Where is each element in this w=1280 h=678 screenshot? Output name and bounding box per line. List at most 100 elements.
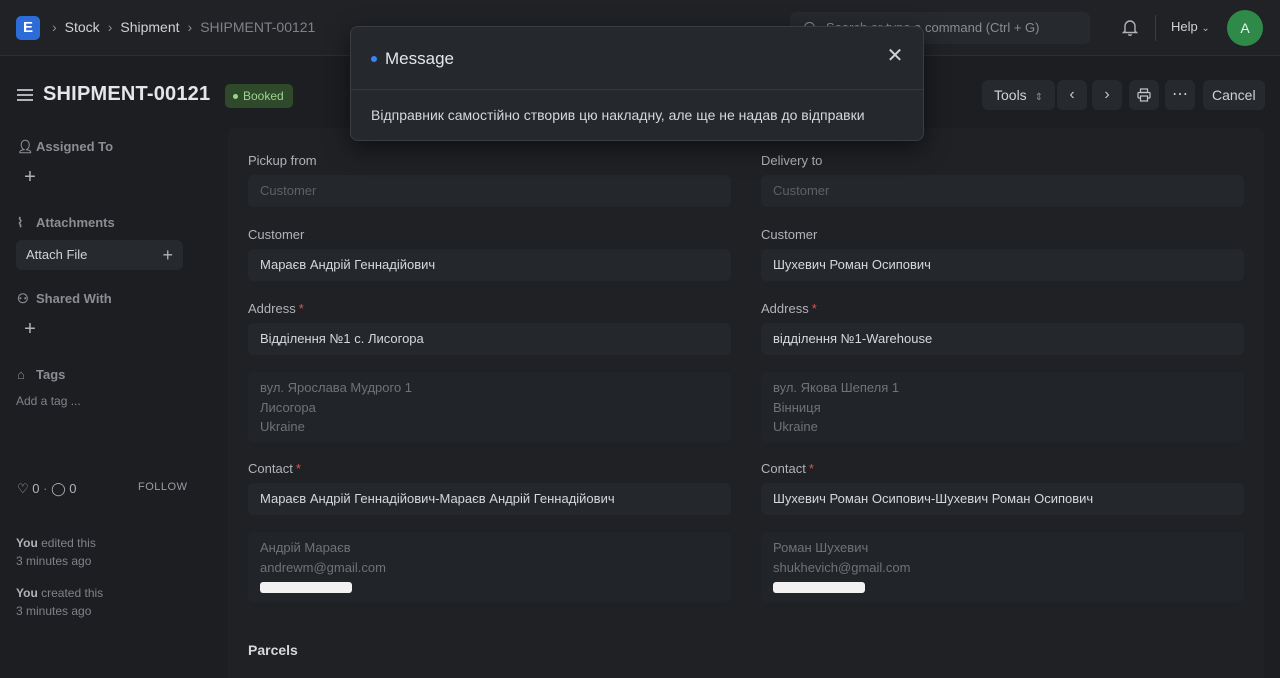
delivery-to-label: Delivery to [761,153,823,168]
add-tag-input[interactable]: Add a tag ... [16,394,81,408]
delivery-address-label: Address * [761,301,817,316]
assigned-to-heading: 👤︎ Assigned To [17,139,113,155]
activity-action: created this [41,586,104,600]
users-icon: ⚇ [17,291,29,306]
pickup-contact-field[interactable]: Мараєв Андрій Геннадійович-Мараєв Андрій… [248,483,731,515]
plus-icon: + [24,318,36,340]
close-icon[interactable]: ✕ [883,44,907,68]
chevron-right-icon: › [52,19,57,35]
pickup-address-field[interactable]: Відділення №1 с. Лисогора [248,323,731,355]
breadcrumb-current[interactable]: SHIPMENT-00121 [200,19,315,35]
heart-icon[interactable]: ♡ [17,481,29,496]
contact-name: Андрій Мараєв [260,540,351,555]
pickup-contact-display: Андрій Мараєв andrewm@gmail.com [248,532,731,602]
tag-icon: ⌂ [17,367,25,382]
prev-record-button[interactable]: ‹ [1057,80,1087,110]
address-line: Ukraine [260,419,305,434]
follow-button[interactable]: FOLLOW [138,481,187,493]
cancel-button[interactable]: Cancel [1203,80,1265,110]
user-avatar[interactable]: A [1227,10,1263,46]
dialog-divider [351,89,923,90]
breadcrumb-stock[interactable]: Stock [65,19,100,35]
chevron-right-icon: › [187,19,193,35]
address-line: Ukraine [773,419,818,434]
pickup-customer-field[interactable]: Мараєв Андрій Геннадійович [248,249,731,281]
help-menu[interactable]: Help ⌄ [1171,19,1210,34]
sort-icon: ⇕ [1034,92,1043,103]
more-actions-button[interactable]: ⋯ [1165,80,1195,110]
tools-button[interactable]: Tools ⇕ [982,80,1055,110]
address-line: вул. Ярослава Мудрого 1 [260,380,413,395]
pickup-contact-label-text: Contact [248,461,293,476]
printer-icon [1137,88,1151,102]
pickup-from-label: Pickup from [248,153,317,168]
tools-label: Tools [994,87,1027,103]
print-button[interactable] [1129,80,1159,110]
required-marker: * [295,461,301,476]
paperclip-icon: ⌇ [17,215,24,230]
tags-heading: ⌂ Tags [17,367,65,382]
comment-count: 0 [69,481,77,496]
breadcrumb-shipment[interactable]: Shipment [120,19,179,35]
delivery-contact-display: Роман Шухевич shukhevich@gmail.com [761,532,1244,602]
next-record-button[interactable]: › [1092,80,1122,110]
chevron-right-icon: › [107,19,113,35]
delivery-address-label-text: Address [761,301,809,316]
pickup-customer-label: Customer [248,227,305,242]
dialog-message: Відправник самостійно створив цю накладн… [371,107,865,123]
activity-time: 3 minutes ago [16,604,92,618]
contact-name: Роман Шухевич [773,540,869,555]
attach-file-label: Attach File [26,247,88,262]
activity-item: You edited this 3 minutes ago [16,534,96,570]
delivery-to-type-field[interactable]: Customer [761,175,1244,207]
shared-with-label: Shared With [36,291,112,306]
redaction-mark [773,582,865,594]
page-title: SHIPMENT-00121 [43,83,211,105]
pickup-from-type-field[interactable]: Customer [248,175,731,207]
delivery-address-field[interactable]: відділення №1-Warehouse [761,323,1244,355]
activity-action: edited this [41,536,96,550]
shared-with-heading: ⚇ Shared With [17,291,112,307]
chevron-left-icon: ‹ [1069,86,1075,103]
app-logo[interactable]: E [16,16,40,40]
add-share-button[interactable]: + [17,317,43,343]
like-count: 0 [32,481,40,496]
dialog-title: Message [385,49,454,68]
delivery-address-display: вул. Якова Шепеля 1 Вінниця Ukraine [761,372,1244,442]
plus-icon: + [162,245,173,265]
status-badge: Booked [225,84,293,108]
delivery-customer-label: Customer [761,227,818,242]
contact-phone-redacted [773,577,1232,597]
redaction-mark [260,582,352,594]
activity-user: You [16,536,38,550]
comment-icon[interactable]: ◯ [51,481,66,496]
attachments-label: Attachments [36,215,115,230]
address-line: вул. Якова Шепеля 1 [773,380,900,395]
add-assignee-button[interactable]: + [17,165,43,191]
notification-bell-icon[interactable] [1120,17,1140,37]
divider [1155,15,1156,41]
indicator-dot-icon [371,56,377,62]
contact-phone-redacted [260,577,719,597]
ellipsis-icon: ⋯ [1172,86,1188,103]
parcels-section-heading: Parcels [248,642,298,658]
activity-user: You [16,586,38,600]
message-dialog: Message ✕ Відправник самостійно створив … [350,26,924,141]
engagement-stats: ♡ 0 · ◯ 0 [17,481,77,496]
delivery-contact-label: Contact * [761,461,814,476]
sidebar-toggle-icon[interactable] [17,89,33,101]
pickup-address-label: Address * [248,301,304,316]
chevron-right-icon: › [1104,86,1110,103]
delivery-customer-field[interactable]: Шухевич Роман Осипович [761,249,1244,281]
delivery-contact-label-text: Contact [761,461,806,476]
tags-label: Tags [36,367,66,382]
attachments-heading: ⌇ Attachments [17,215,115,231]
attach-file-button[interactable]: Attach File + [16,240,183,270]
assigned-to-label: Assigned To [36,139,114,154]
contact-email: shukhevich@gmail.com [773,559,911,575]
plus-icon: + [24,166,36,188]
pickup-address-label-text: Address [248,301,296,316]
required-marker: * [298,301,304,316]
pickup-address-display: вул. Ярослава Мудрого 1 Лисогора Ukraine [248,372,731,442]
delivery-contact-field[interactable]: Шухевич Роман Осипович-Шухевич Роман Оси… [761,483,1244,515]
